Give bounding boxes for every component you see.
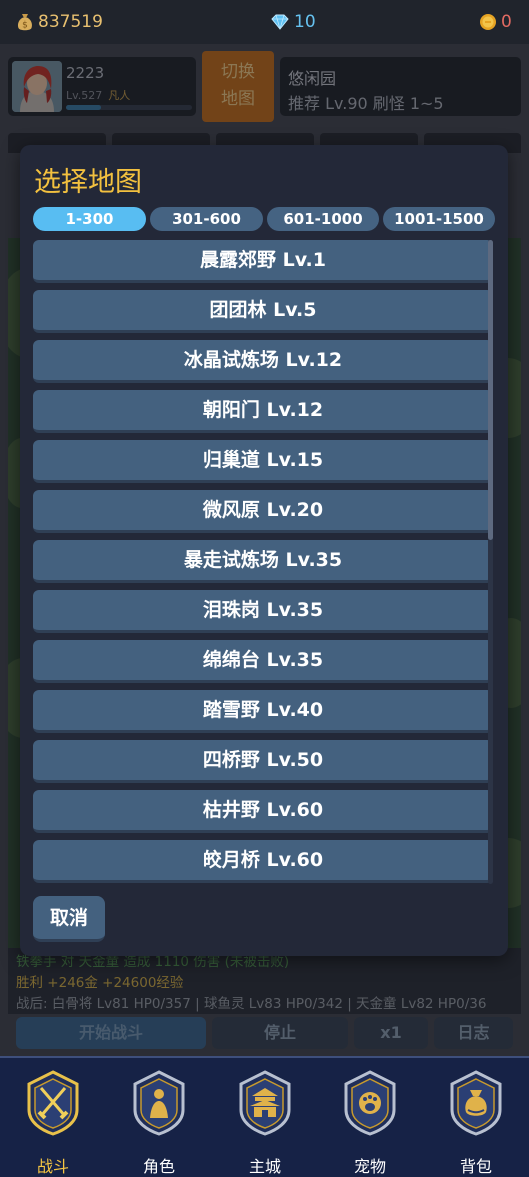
resource-bar: $ 837519 10 0 xyxy=(0,0,529,44)
map-list-item[interactable]: 冰晶试炼场 Lv.12 xyxy=(33,340,493,383)
nav-bag[interactable]: 背包 xyxy=(436,1070,516,1176)
nav-label: 主城 xyxy=(248,1157,281,1176)
map-list[interactable]: 晨露郊野 Lv.1 团团林 Lv.5 冰晶试炼场 Lv.12 朝阳门 Lv.12… xyxy=(33,240,495,884)
gold-amount: 837519 xyxy=(38,12,103,32)
tab-range-1-300[interactable]: 1-300 xyxy=(33,207,146,231)
nav-label: 背包 xyxy=(459,1157,492,1176)
cancel-button[interactable]: 取消 xyxy=(33,896,105,942)
nav-battle[interactable]: 战斗 xyxy=(13,1070,93,1176)
map-list-item[interactable]: 枯井野 Lv.60 xyxy=(33,790,493,833)
paw-icon xyxy=(344,1070,396,1136)
nav-main-city[interactable]: 主城 xyxy=(225,1070,305,1176)
scrollbar-thumb[interactable] xyxy=(488,240,493,540)
coin-icon xyxy=(480,14,496,30)
nav-pet[interactable]: 宠物 xyxy=(330,1070,410,1176)
tab-range-601-1000[interactable]: 601-1000 xyxy=(267,207,379,231)
map-list-item[interactable]: 微风原 Lv.20 xyxy=(33,490,493,533)
money-bag-icon: $ xyxy=(18,14,32,31)
nav-label: 角色 xyxy=(142,1157,175,1176)
castle-icon xyxy=(239,1070,291,1136)
tab-range-1001-1500[interactable]: 1001-1500 xyxy=(383,207,495,231)
nav-character[interactable]: 角色 xyxy=(119,1070,199,1176)
nav-label: 宠物 xyxy=(353,1157,386,1176)
game-screen: $ 837519 10 0 2223 Lv.527 凡人 切换 地图 悠闲园 推… xyxy=(0,0,529,1177)
map-list-item[interactable]: 踏雪野 Lv.40 xyxy=(33,690,493,733)
tab-range-301-600[interactable]: 301-600 xyxy=(150,207,263,231)
svg-text:$: $ xyxy=(22,21,28,31)
map-list-item[interactable]: 四桥野 Lv.50 xyxy=(33,740,493,783)
diamond-counter: 10 xyxy=(270,11,316,33)
map-list-item[interactable]: 晨露郊野 Lv.1 xyxy=(33,240,493,283)
coin-counter: 0 xyxy=(479,11,512,33)
diamond-icon xyxy=(271,14,289,30)
nav-label: 战斗 xyxy=(36,1157,69,1176)
map-list-item[interactable]: 绵绵台 Lv.35 xyxy=(33,640,493,683)
map-list-item[interactable]: 朝阳门 Lv.12 xyxy=(33,390,493,433)
map-list-item[interactable]: 归巢道 Lv.15 xyxy=(33,440,493,483)
gold-counter: $ 837519 xyxy=(16,11,103,33)
bottom-nav: 战斗 角色 主城 宠物 背包 xyxy=(0,1056,529,1177)
map-list-item[interactable]: 暴走试炼场 Lv.35 xyxy=(33,540,493,583)
map-list-scrollbar[interactable] xyxy=(488,240,493,884)
dialog-title: 选择地图 xyxy=(34,167,142,198)
map-list-item[interactable]: 泪珠岗 Lv.35 xyxy=(33,590,493,633)
map-list-item[interactable]: 皎月桥 Lv.60 xyxy=(33,840,493,883)
character-icon xyxy=(133,1070,185,1136)
bag-icon xyxy=(450,1070,502,1136)
diamond-amount: 10 xyxy=(294,12,316,32)
crossed-swords-icon xyxy=(27,1070,79,1136)
map-list-item[interactable]: 团团林 Lv.5 xyxy=(33,290,493,333)
coin-amount: 0 xyxy=(501,12,512,32)
select-map-dialog: 选择地图 1-300 301-600 601-1000 1001-1500 晨露… xyxy=(20,145,508,956)
